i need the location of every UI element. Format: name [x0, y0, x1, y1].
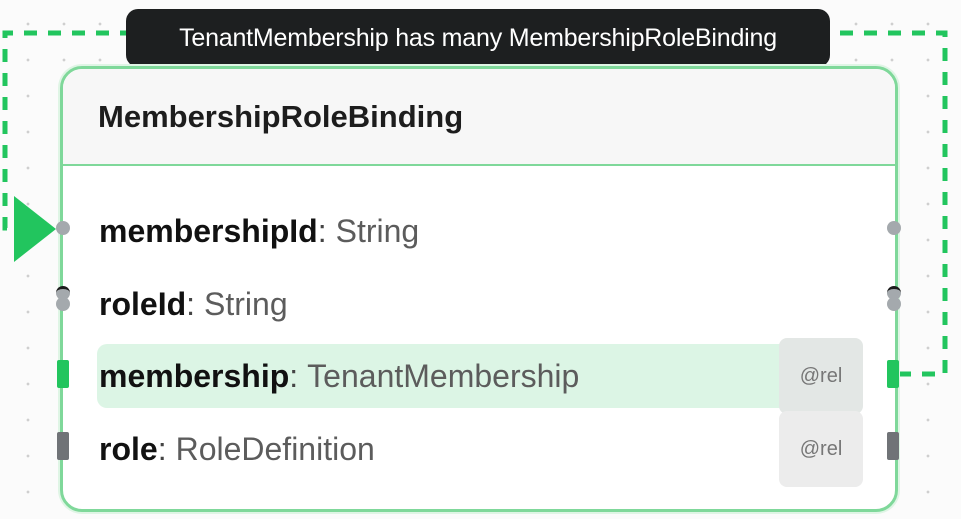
- field-separator: :: [157, 430, 167, 467]
- field-type: RoleDefinition: [175, 430, 375, 467]
- source-handle-membership[interactable]: [887, 360, 899, 388]
- field-separator: :: [186, 285, 196, 322]
- field-separator: :: [289, 357, 299, 394]
- relation-badge: @rel: [779, 411, 863, 487]
- field-type: TenantMembership: [307, 357, 580, 394]
- field-name: membershipId: [99, 212, 318, 249]
- edge-label[interactable]: TenantMembership has many MembershipRole…: [126, 9, 830, 67]
- node-title: MembershipRoleBinding: [98, 98, 464, 134]
- model-node-membershiprolebinding[interactable]: MembershipRoleBinding membershipId: Strin…: [60, 66, 898, 512]
- field-name: role: [99, 430, 158, 467]
- target-handle-roleid[interactable]: [56, 297, 70, 311]
- field-row-membershipid[interactable]: membershipId: String: [97, 199, 863, 263]
- field-separator: :: [317, 212, 327, 249]
- field-type: String: [335, 212, 420, 249]
- field-row-role[interactable]: role: RoleDefinition @rel: [97, 411, 863, 487]
- target-handle-role[interactable]: [57, 432, 69, 460]
- field-type: String: [204, 285, 288, 322]
- field-name: roleId: [99, 285, 187, 322]
- field-row-roleid[interactable]: roleId: String: [97, 272, 863, 336]
- diagram-canvas[interactable]: TenantMembership has many MembershipRole…: [0, 0, 961, 519]
- node-header[interactable]: MembershipRoleBinding: [63, 69, 895, 166]
- relation-badge: @rel: [779, 338, 863, 414]
- target-handle-membershipid[interactable]: [56, 221, 70, 235]
- edge-arrowhead: [14, 196, 56, 262]
- target-handle-membership[interactable]: [57, 360, 69, 388]
- source-handle-roleid[interactable]: [887, 297, 901, 311]
- field-name: membership: [99, 357, 290, 394]
- field-row-membership[interactable]: membership: TenantMembership @rel: [97, 338, 863, 414]
- source-handle-role[interactable]: [887, 432, 899, 460]
- source-handle-membershipid[interactable]: [887, 221, 901, 235]
